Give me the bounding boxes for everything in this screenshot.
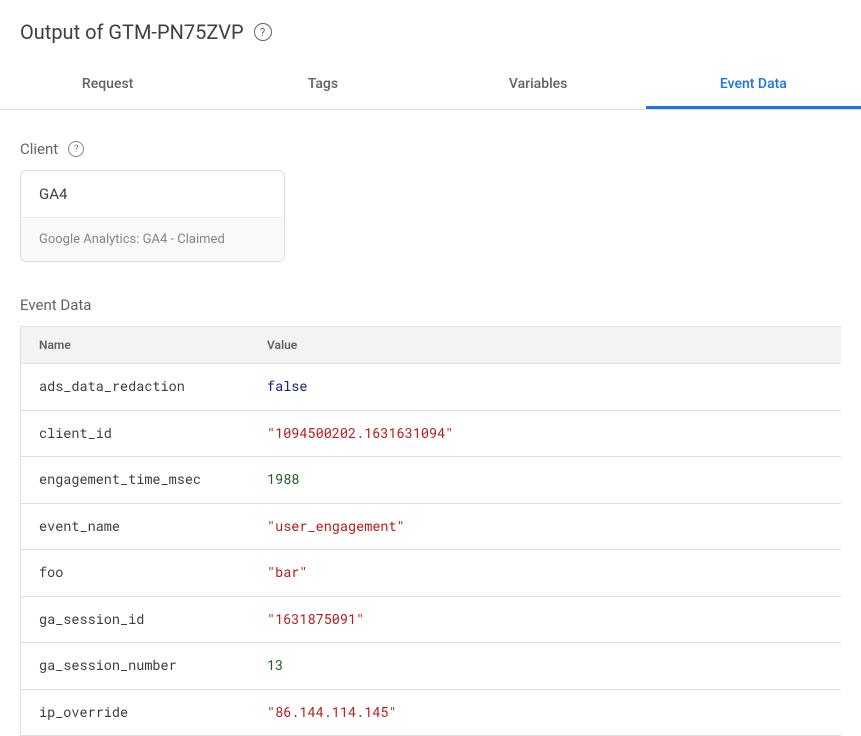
client-section-label: Client (20, 140, 58, 158)
table-header: Name Value (21, 327, 841, 364)
tab-event-data[interactable]: Event Data (646, 62, 861, 109)
cell-name: ads_data_redaction (21, 364, 249, 410)
cell-value: "user_engagement" (249, 504, 841, 550)
table-row[interactable]: foo"bar" (21, 550, 841, 597)
help-icon[interactable]: ? (254, 23, 272, 41)
column-header-name: Name (21, 327, 249, 363)
client-name: GA4 (21, 171, 284, 217)
cell-name: ga_session_id (21, 597, 249, 643)
cell-name: event_name (21, 504, 249, 550)
table-row[interactable]: ga_session_number13 (21, 643, 841, 690)
table-row[interactable]: event_name"user_engagement" (21, 504, 841, 551)
table-row[interactable]: engagement_time_msec1988 (21, 457, 841, 504)
client-box[interactable]: GA4 Google Analytics: GA4 - Claimed (20, 170, 285, 262)
table-row[interactable]: client_id"1094500202.1631631094" (21, 411, 841, 458)
table-row[interactable]: ads_data_redactionfalse (21, 364, 841, 411)
cell-value: "86.144.114.145" (249, 690, 841, 736)
cell-name: ip_override (21, 690, 249, 736)
help-icon[interactable]: ? (68, 141, 84, 157)
cell-name: client_id (21, 411, 249, 457)
cell-value: "1631875091" (249, 597, 841, 643)
page-title-row: Output of GTM-PN75ZVP ? (20, 20, 841, 44)
cell-name: ga_session_number (21, 643, 249, 689)
event-data-table: Name Value ads_data_redactionfalseclient… (20, 326, 841, 736)
table-row[interactable]: ip_override"86.144.114.145" (21, 690, 841, 736)
cell-value: "1094500202.1631631094" (249, 411, 841, 457)
event-data-section-label: Event Data (20, 296, 841, 314)
cell-value: false (249, 364, 841, 410)
cell-value: 1988 (249, 457, 841, 503)
cell-value: 13 (249, 643, 841, 689)
client-section-header: Client ? (20, 140, 841, 158)
cell-name: engagement_time_msec (21, 457, 249, 503)
tabs: RequestTagsVariablesEvent Data (0, 62, 861, 110)
page-title: Output of GTM-PN75ZVP (20, 20, 244, 44)
client-description: Google Analytics: GA4 - Claimed (21, 217, 284, 261)
tab-variables[interactable]: Variables (431, 62, 646, 109)
tab-request[interactable]: Request (0, 62, 215, 109)
table-row[interactable]: ga_session_id"1631875091" (21, 597, 841, 644)
cell-name: foo (21, 550, 249, 596)
tab-tags[interactable]: Tags (215, 62, 430, 109)
cell-value: "bar" (249, 550, 841, 596)
column-header-value: Value (249, 327, 841, 363)
